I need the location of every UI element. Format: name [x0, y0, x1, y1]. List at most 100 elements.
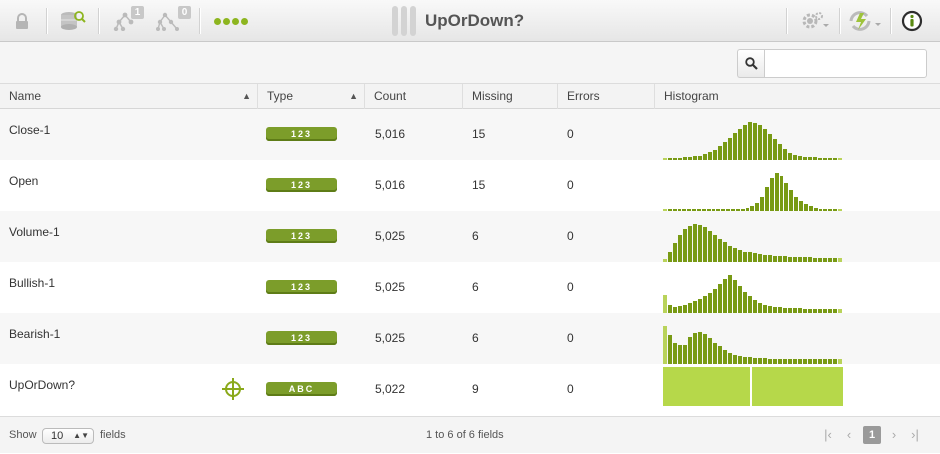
- info-icon[interactable]: [899, 6, 925, 36]
- histogram-bar[interactable]: [738, 286, 742, 313]
- histogram-bar[interactable]: [733, 248, 737, 262]
- histogram-bar[interactable]: [723, 279, 727, 313]
- histogram-bar[interactable]: [758, 125, 762, 160]
- table-row[interactable]: Volume-1 123 5,025 6 0: [0, 211, 940, 262]
- table-row[interactable]: Close-1 123 5,016 15 0: [0, 109, 940, 160]
- histogram-bar[interactable]: [779, 176, 784, 211]
- histogram-bar[interactable]: [693, 224, 697, 262]
- histogram-bar[interactable]: [738, 356, 742, 364]
- histogram-bar[interactable]: [789, 190, 794, 211]
- histogram[interactable]: [663, 163, 843, 211]
- histogram-bar[interactable]: [723, 142, 727, 160]
- histogram-bar[interactable]: [753, 300, 757, 313]
- sort-icon[interactable]: ▲︎: [349, 84, 358, 109]
- histogram-bar[interactable]: [763, 129, 767, 160]
- model-icon[interactable]: 1: [108, 6, 144, 36]
- histogram-bar[interactable]: [698, 332, 702, 364]
- histogram-bar[interactable]: [728, 353, 732, 364]
- field-name[interactable]: Volume-1: [9, 207, 60, 258]
- histogram-bar[interactable]: [688, 337, 692, 364]
- histogram[interactable]: [663, 265, 843, 313]
- histogram-bar[interactable]: [760, 197, 765, 211]
- histogram-bar[interactable]: [748, 357, 752, 364]
- field-name[interactable]: Bearish-1: [9, 309, 60, 360]
- histogram-bar[interactable]: [765, 187, 769, 211]
- first-page-icon[interactable]: |‹: [818, 426, 838, 444]
- histogram-bar[interactable]: [713, 150, 717, 160]
- histogram-bar[interactable]: [748, 122, 752, 160]
- histogram-bar[interactable]: [733, 280, 737, 313]
- last-page-icon[interactable]: ›|: [905, 426, 925, 444]
- histogram-bar[interactable]: [743, 252, 747, 262]
- settings-gear-icon[interactable]: [797, 6, 833, 36]
- histogram-bar[interactable]: [728, 138, 732, 160]
- histogram-bar[interactable]: [718, 239, 722, 262]
- histogram-bar[interactable]: [683, 229, 687, 262]
- histogram[interactable]: [663, 316, 843, 364]
- dataset-search-icon[interactable]: [58, 6, 88, 36]
- histogram-bar[interactable]: [673, 243, 677, 262]
- column-header-type[interactable]: Type ▲︎: [258, 84, 365, 109]
- histogram-bar[interactable]: [758, 254, 762, 262]
- page-size-select[interactable]: 10 ▲︎▼︎: [42, 428, 94, 444]
- categorical-histogram[interactable]: [663, 367, 843, 406]
- histogram-bar[interactable]: [753, 123, 757, 160]
- histogram-bar[interactable]: [768, 134, 772, 160]
- histogram-bar[interactable]: [688, 303, 692, 313]
- histogram-bar[interactable]: [743, 292, 747, 313]
- field-name[interactable]: UpOrDown?: [9, 360, 75, 411]
- table-row[interactable]: Open 123 5,016 15 0: [0, 160, 940, 211]
- histogram-bar[interactable]: [718, 346, 722, 364]
- histogram-bar[interactable]: [668, 252, 672, 262]
- histogram-bar[interactable]: [703, 227, 707, 262]
- histogram-bar[interactable]: [718, 284, 722, 313]
- lock-icon[interactable]: [8, 6, 36, 36]
- sort-icon[interactable]: ▲︎: [242, 84, 251, 109]
- histogram-bar[interactable]: [728, 246, 732, 262]
- histogram-bar[interactable]: [738, 250, 742, 262]
- table-row[interactable]: Bullish-1 123 5,025 6 0: [0, 262, 940, 313]
- histogram-bar[interactable]: [703, 334, 707, 364]
- histogram-bar[interactable]: [799, 201, 803, 211]
- histogram-bar[interactable]: [738, 129, 742, 160]
- histogram-bar[interactable]: [708, 231, 712, 262]
- histogram-bar[interactable]: [698, 299, 702, 313]
- histogram-bar[interactable]: [758, 303, 762, 313]
- category-bar[interactable]: [752, 367, 843, 406]
- histogram-bar[interactable]: [773, 139, 777, 160]
- table-row[interactable]: UpOrDown? ABC 5,022 9 0: [0, 364, 940, 415]
- histogram-bar[interactable]: [693, 333, 697, 364]
- histogram-bar[interactable]: [755, 203, 760, 211]
- histogram-bar[interactable]: [794, 197, 799, 211]
- histogram-bar[interactable]: [768, 255, 772, 262]
- histogram-bar[interactable]: [763, 305, 767, 313]
- histogram-bar[interactable]: [668, 305, 672, 313]
- histogram-bar[interactable]: [774, 173, 779, 211]
- histogram-bar[interactable]: [678, 345, 682, 364]
- histogram-bar[interactable]: [783, 149, 787, 160]
- histogram-bar[interactable]: [763, 255, 767, 262]
- histogram-bar[interactable]: [678, 306, 682, 313]
- histogram-bar[interactable]: [683, 305, 687, 313]
- field-name[interactable]: Bullish-1: [9, 258, 55, 309]
- actions-icon[interactable]: [847, 6, 883, 36]
- histogram-bar[interactable]: [698, 225, 702, 262]
- histogram-bar[interactable]: [769, 178, 774, 211]
- histogram-bar[interactable]: [748, 296, 752, 313]
- histogram-bar[interactable]: [784, 183, 789, 211]
- category-bar[interactable]: [663, 367, 753, 406]
- ensemble-icon[interactable]: 0: [151, 6, 191, 36]
- histogram-bar[interactable]: [668, 335, 672, 364]
- histogram-bar[interactable]: [688, 226, 692, 262]
- histogram-bar[interactable]: [788, 153, 792, 160]
- histogram-bar[interactable]: [713, 343, 717, 364]
- histogram-bar[interactable]: [663, 326, 667, 364]
- histogram-bar[interactable]: [748, 252, 752, 262]
- field-name[interactable]: Close-1: [9, 105, 50, 156]
- histogram-bar[interactable]: [723, 242, 727, 262]
- histogram-bar[interactable]: [683, 345, 687, 364]
- previous-page-icon[interactable]: ‹: [839, 426, 859, 444]
- histogram-bar[interactable]: [733, 355, 737, 364]
- histogram-bar[interactable]: [663, 295, 667, 313]
- search-input[interactable]: [764, 49, 927, 78]
